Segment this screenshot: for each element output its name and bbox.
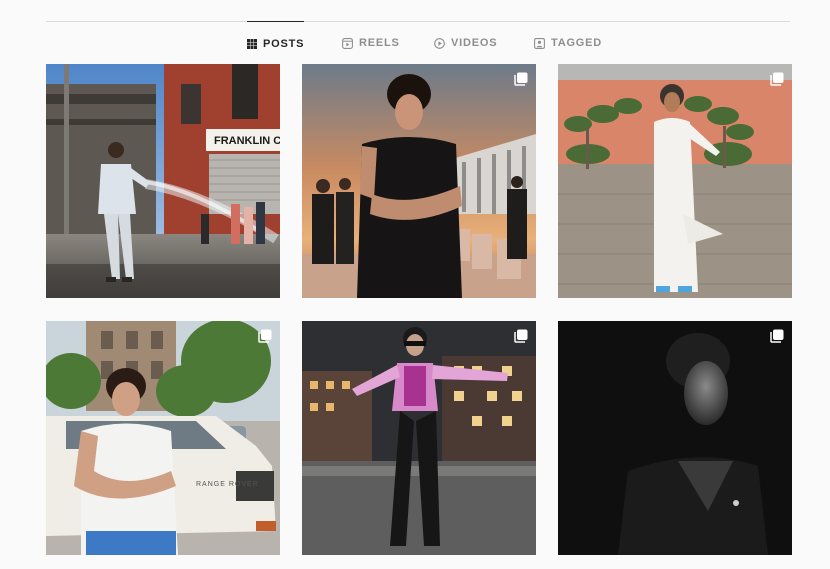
post-image — [558, 64, 792, 298]
post-image: FRANKLIN CI — [46, 64, 280, 298]
post-thumbnail[interactable]: RANGE ROVER — [46, 321, 280, 555]
grid-icon — [247, 38, 257, 49]
multi-photo-icon — [514, 329, 528, 343]
post-image — [302, 64, 536, 298]
post-thumbnail[interactable] — [302, 321, 536, 555]
reels-icon — [342, 37, 353, 49]
tab-posts[interactable]: POSTS — [247, 21, 305, 65]
tab-videos[interactable]: VIDEOS — [434, 21, 497, 65]
storefront-sign: FRANKLIN CI — [214, 135, 280, 147]
multi-photo-icon — [770, 72, 784, 86]
tab-label: POSTS — [263, 37, 305, 50]
tab-tagged[interactable]: TAGGED — [534, 21, 602, 65]
post-thumbnail[interactable]: FRANKLIN CI — [46, 64, 280, 298]
post-thumbnail[interactable] — [558, 64, 792, 298]
profile-tabs: POSTS REELS VIDEOS TAGGED — [0, 21, 830, 65]
play-circle-icon — [434, 37, 445, 49]
post-image: RANGE ROVER — [46, 321, 280, 555]
multi-photo-icon — [770, 329, 784, 343]
vehicle-badge: RANGE ROVER — [196, 481, 259, 488]
posts-grid: FRANKLIN CI RANGE ROVER — [46, 64, 792, 556]
multi-photo-icon — [514, 72, 528, 86]
post-thumbnail[interactable] — [302, 64, 536, 298]
multi-photo-icon — [258, 329, 272, 343]
tab-reels[interactable]: REELS — [342, 21, 400, 65]
tab-label: REELS — [359, 37, 400, 49]
post-image — [558, 321, 792, 555]
post-image — [302, 321, 536, 555]
tab-label: VIDEOS — [451, 37, 498, 49]
tag-person-icon — [534, 37, 545, 49]
tab-label: TAGGED — [551, 37, 603, 49]
post-thumbnail[interactable] — [558, 321, 792, 555]
